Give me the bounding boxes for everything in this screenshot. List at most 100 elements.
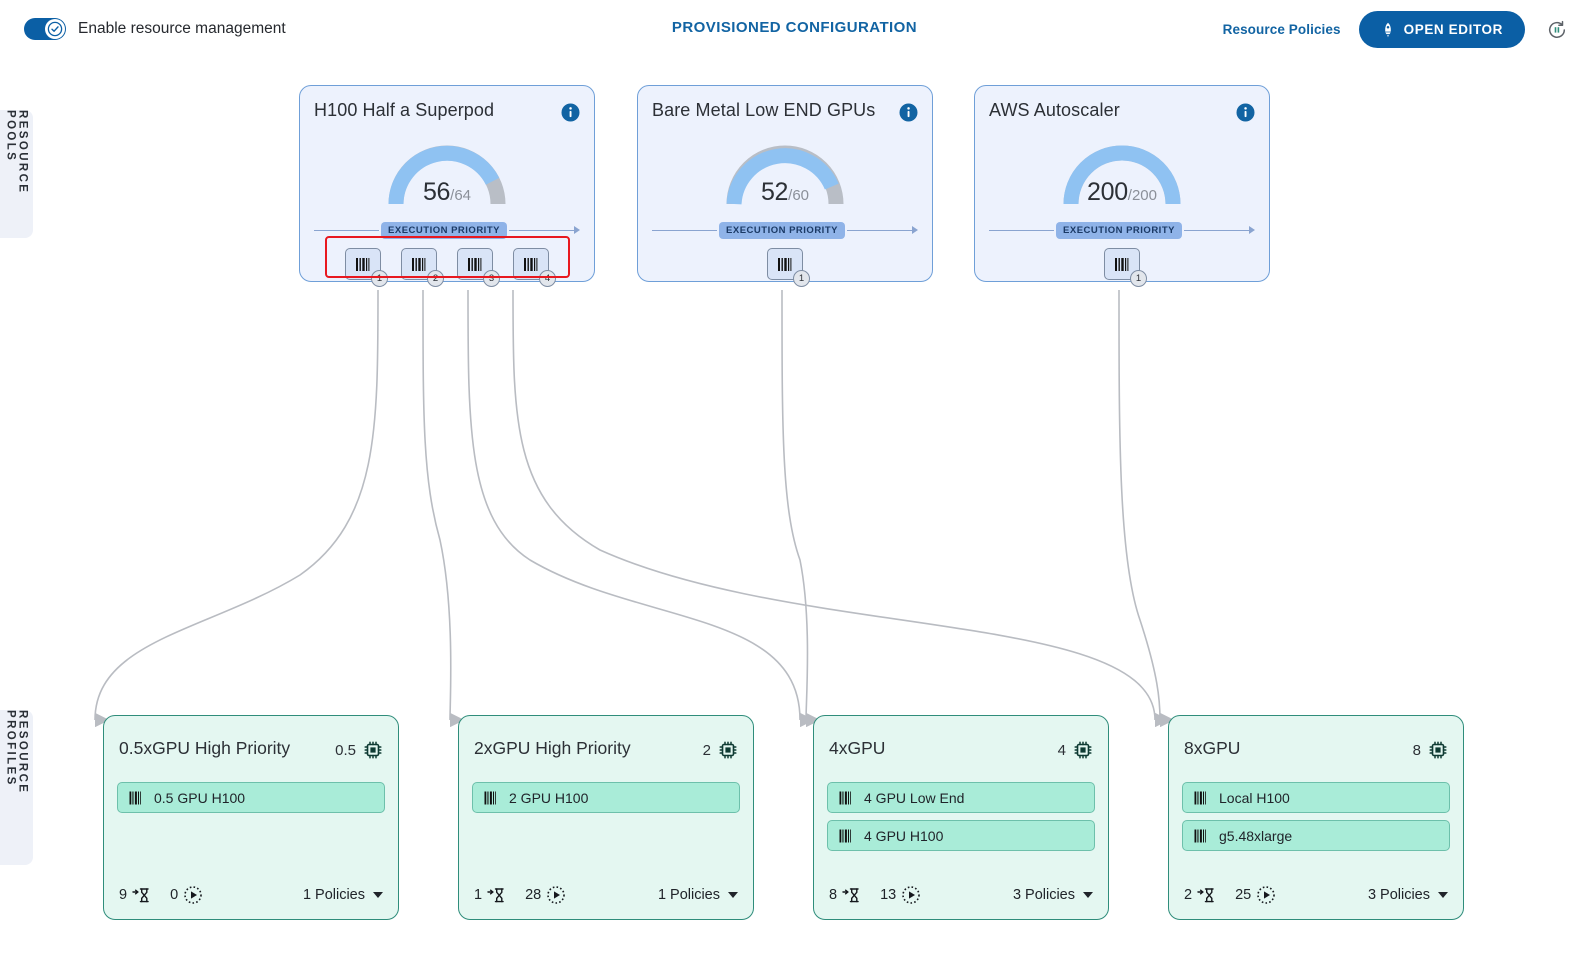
chevron-down-icon — [1083, 892, 1093, 898]
pending-count: 9 — [119, 887, 128, 903]
barcode-icon — [484, 791, 496, 804]
rail-resource-pools: RESOURCE POOLS — [0, 110, 33, 238]
rail-resource-profiles: RESOURCE PROFILES — [0, 710, 33, 865]
pool-chip[interactable]: 3 — [457, 248, 500, 287]
profile-item-label: 4 GPU H100 — [864, 827, 944, 844]
profile-item-label: g5.48xlarge — [1219, 827, 1293, 844]
pool-chip-badge: 3 — [483, 270, 500, 287]
rail-resource-profiles-label: RESOURCE PROFILES — [4, 710, 29, 795]
pool-card-aws-autoscaler[interactable]: AWS Autoscaler 200/200 EXECUTION PRIORIT… — [974, 85, 1270, 287]
priority-line-left — [314, 229, 380, 231]
running-play-icon — [1257, 886, 1276, 904]
open-editor-button[interactable]: OPEN EDITOR — [1358, 11, 1525, 48]
profile-card-8xgpu[interactable]: 8xGPU 8 Local H100 g5.48xlarge 2 25 3 Po… — [1168, 715, 1464, 920]
pool-title: H100 Half a Superpod — [314, 100, 495, 120]
profile-item[interactable]: 2 GPU H100 — [472, 782, 740, 813]
policies-dropdown[interactable]: 1 Policies — [658, 887, 738, 903]
profile-item-list: 0.5 GPU H100 — [117, 782, 385, 813]
pending-hourglass-icon — [132, 888, 149, 903]
pending-count: 2 — [1184, 887, 1193, 903]
pool-card-bare-metal-low-end-gpus[interactable]: Bare Metal Low END GPUs 52/60 EXECUTION … — [637, 85, 933, 287]
profile-item-list: Local H100 g5.48xlarge — [1182, 782, 1450, 851]
pool-chip-badge: 2 — [427, 270, 444, 287]
pool-chip[interactable]: 1 — [345, 248, 388, 287]
policies-label: 1 Policies — [302, 887, 365, 903]
pool-title: AWS Autoscaler — [989, 100, 1120, 120]
running-play-icon — [902, 886, 921, 904]
pool-chip-badge: 4 — [539, 270, 556, 287]
rocket-icon — [1384, 22, 1391, 37]
profile-gpu-count: 0.5 — [335, 741, 356, 759]
profile-card-0-5xgpu-high-priority[interactable]: 0.5xGPU High Priority 0.5 0.5 GPU H100 9… — [103, 715, 399, 920]
running-stat: 13 — [880, 885, 921, 905]
priority-arrow-icon — [574, 226, 580, 234]
profile-title: 4xGPU — [829, 738, 886, 758]
info-icon[interactable] — [1236, 103, 1255, 127]
pool-chip-badge: 1 — [371, 270, 388, 287]
pool-chip[interactable]: 1 — [767, 248, 810, 287]
profile-footer: 1 28 1 Policies — [474, 885, 738, 905]
canvas: Enable resource management PROVISIONED C… — [0, 0, 1589, 964]
policies-label: 3 Policies — [1012, 887, 1075, 903]
priority-line-left — [652, 229, 718, 231]
policies-dropdown[interactable]: 3 Policies — [1368, 887, 1448, 903]
barcode-icon — [839, 829, 851, 842]
capacity-gauge: 56/64 — [382, 138, 512, 208]
pool-chip-row: 1 — [638, 248, 932, 287]
info-icon[interactable] — [561, 103, 580, 127]
profile-footer: 9 0 1 Policies — [119, 885, 383, 905]
pending-stat: 8 — [829, 886, 862, 904]
profile-card-2xgpu-high-priority[interactable]: 2xGPU High Priority 2 2 GPU H100 1 28 1 … — [458, 715, 754, 920]
priority-line-right — [508, 229, 574, 231]
profile-gpu-count-group: 4 — [1058, 740, 1093, 760]
execution-priority-label: EXECUTION PRIORITY — [1056, 221, 1182, 239]
priority-line-left — [989, 229, 1055, 231]
execution-priority-row: EXECUTION PRIORITY — [314, 219, 580, 241]
resource-policies-link[interactable]: Resource Policies — [1223, 22, 1341, 37]
info-icon[interactable] — [899, 103, 918, 127]
profile-item[interactable]: 4 GPU H100 — [827, 820, 1095, 851]
profile-gpu-count-group: 8 — [1413, 740, 1448, 760]
pool-chip-row: 1 — [975, 248, 1269, 287]
pool-chip[interactable]: 1 — [1104, 248, 1147, 287]
chevron-down-icon — [728, 892, 738, 898]
profile-gpu-count: 8 — [1412, 741, 1421, 759]
profile-item-list: 2 GPU H100 — [472, 782, 740, 813]
profile-item[interactable]: 4 GPU Low End — [827, 782, 1095, 813]
profile-item-label: 4 GPU Low End — [864, 789, 965, 806]
priority-arrow-icon — [1249, 226, 1255, 234]
gauge-value: 56/64 — [382, 178, 512, 207]
gauge-value: 200/200 — [1057, 178, 1187, 207]
running-stat: 25 — [1235, 885, 1276, 905]
rail-resource-pools-label: RESOURCE POOLS — [4, 110, 29, 195]
policies-dropdown[interactable]: 3 Policies — [1013, 887, 1093, 903]
priority-line-right — [846, 229, 912, 231]
cpu-chip-icon — [1429, 741, 1447, 759]
pool-card-h100-half-a-superpod[interactable]: H100 Half a Superpod 56/64 EXECUTION PRI… — [299, 85, 595, 287]
profile-item-label: 2 GPU H100 — [509, 789, 589, 806]
running-count: 25 — [1235, 887, 1252, 903]
running-play-icon — [547, 886, 566, 904]
profile-item[interactable]: 0.5 GPU H100 — [117, 782, 385, 813]
running-play-icon — [184, 886, 202, 904]
refresh-pause-icon[interactable] — [1543, 16, 1571, 44]
top-header: Enable resource management PROVISIONED C… — [0, 0, 1589, 59]
capacity-gauge: 200/200 — [1057, 138, 1187, 208]
barcode-icon — [1194, 791, 1206, 804]
barcode-icon — [129, 791, 141, 804]
profile-item[interactable]: g5.48xlarge — [1182, 820, 1450, 851]
barcode-icon — [839, 791, 851, 804]
pool-chip[interactable]: 4 — [513, 248, 556, 287]
profile-gpu-count-group: 0.5 — [335, 740, 383, 760]
pending-hourglass-icon — [1197, 888, 1214, 903]
profile-item[interactable]: Local H100 — [1182, 782, 1450, 813]
profile-card-4xgpu[interactable]: 4xGPU 4 4 GPU Low End 4 GPU H100 8 13 3 … — [813, 715, 1109, 920]
pending-hourglass-icon — [487, 888, 504, 903]
gauge-capacity: /60 — [788, 187, 810, 204]
gauge-used: 56 — [422, 178, 451, 206]
pool-chip[interactable]: 2 — [401, 248, 444, 287]
pool-chip-badge: 1 — [793, 270, 810, 287]
policies-dropdown[interactable]: 1 Policies — [303, 887, 383, 903]
gauge-capacity: /64 — [450, 187, 472, 204]
policies-label: 3 Policies — [1367, 887, 1430, 903]
